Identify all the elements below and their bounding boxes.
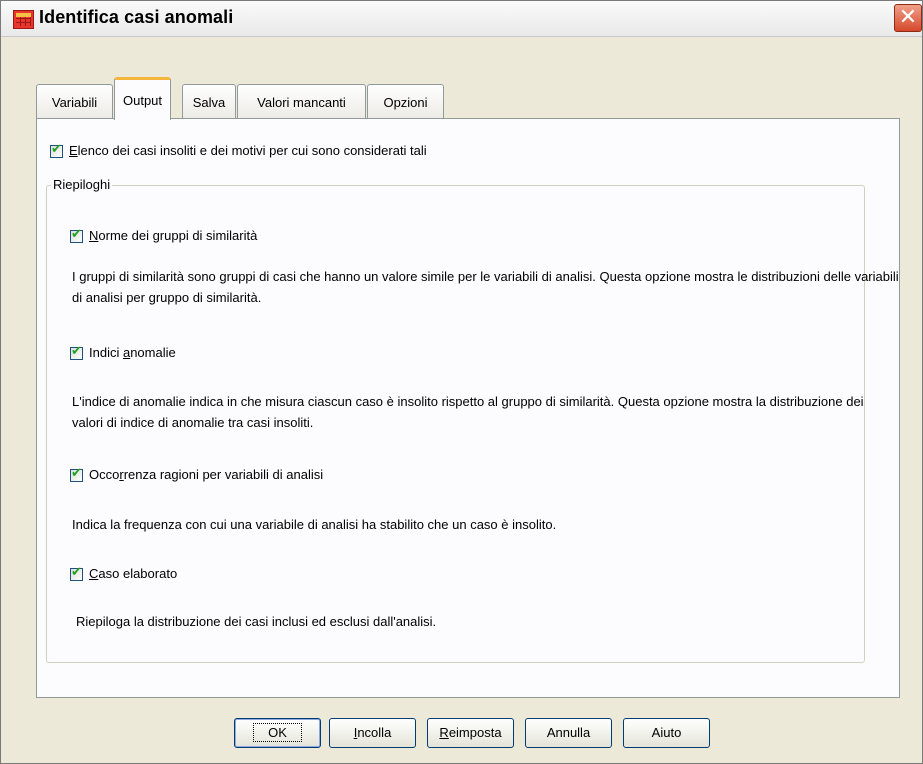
reason-occurrence-description: Indica la frequenza con cui una variabil…: [72, 517, 557, 532]
peer-norms-label[interactable]: Norme dei gruppi di similarità: [89, 228, 257, 243]
dialog-window: Identifica casi anomali ✕ Variabili Outp…: [0, 0, 923, 764]
spss-table-icon: [13, 10, 34, 29]
reset-button[interactable]: Reimposta: [427, 718, 514, 748]
peer-norms-description: I gruppi di similarità sono gruppi di ca…: [72, 269, 899, 305]
peer-norms-checkbox[interactable]: [70, 227, 83, 243]
summaries-group-title: Riepiloghi: [51, 177, 113, 192]
cancel-button[interactable]: Annulla: [525, 718, 612, 748]
case-processed-description: Riepiloga la distribuzione dei casi incl…: [76, 614, 437, 629]
anomaly-indices-label[interactable]: Indici anomalie: [89, 345, 176, 360]
title-bar: Identifica casi anomali ✕: [1, 1, 922, 37]
list-unusual-label[interactable]: Elenco dei casi insoliti e dei motivi pe…: [69, 143, 427, 158]
ok-button[interactable]: OK: [234, 718, 321, 748]
reason-occurrence-label[interactable]: Occorrenza ragioni per variabili di anal…: [89, 467, 323, 482]
list-unusual-checkbox[interactable]: [50, 142, 63, 158]
tab-salva[interactable]: Salva: [182, 84, 236, 118]
window-title: Identifica casi anomali: [39, 7, 234, 27]
anomaly-indices-description: L'indice di anomalie indica in che misur…: [72, 394, 864, 430]
tab-output[interactable]: Output: [114, 77, 171, 120]
close-button[interactable]: ✕: [894, 4, 922, 32]
tab-variabili[interactable]: Variabili: [36, 84, 113, 118]
tab-valori-mancanti[interactable]: Valori mancanti: [237, 84, 366, 118]
paste-button[interactable]: Incolla: [329, 718, 416, 748]
help-button[interactable]: Aiuto: [623, 718, 710, 748]
case-processed-checkbox[interactable]: [70, 565, 83, 581]
tab-opzioni[interactable]: Opzioni: [367, 84, 444, 118]
reason-occurrence-checkbox[interactable]: [70, 466, 83, 482]
anomaly-indices-checkbox[interactable]: [70, 344, 83, 360]
case-processed-label[interactable]: Caso elaborato: [89, 566, 177, 581]
